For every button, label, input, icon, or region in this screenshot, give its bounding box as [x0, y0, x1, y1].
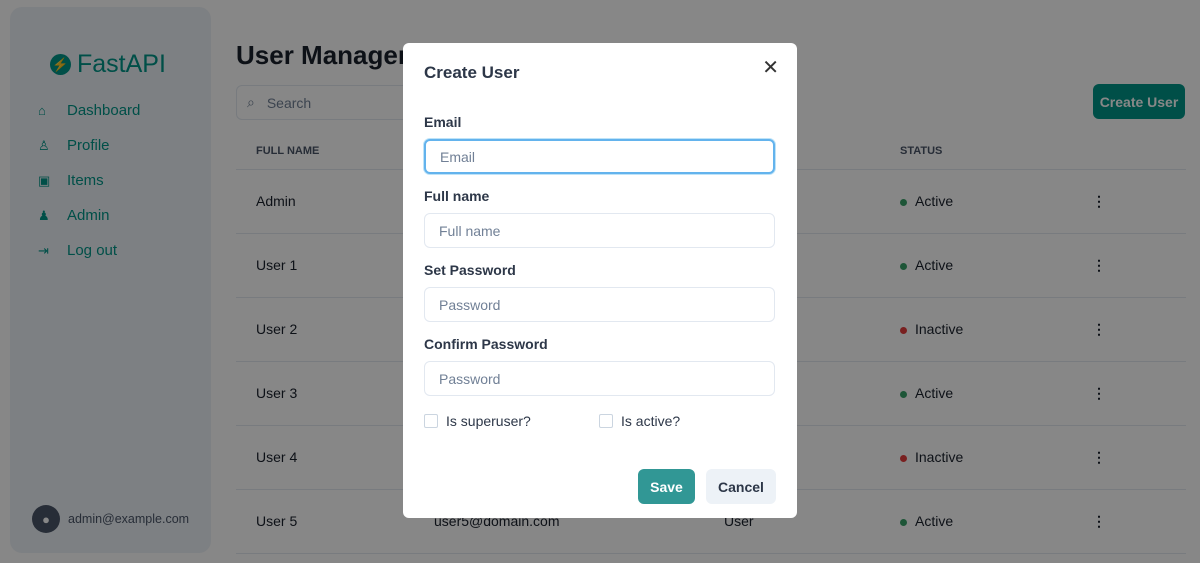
superuser-label: Is superuser? [446, 413, 531, 429]
save-button[interactable]: Save [638, 469, 695, 504]
full-name-label: Full name [424, 188, 490, 204]
checkbox-box[interactable] [599, 414, 613, 428]
modal-title: Create User [424, 63, 520, 82]
superuser-checkbox[interactable]: Is superuser? [424, 413, 599, 429]
active-checkbox[interactable]: Is active? [599, 413, 774, 429]
email-label: Email [424, 114, 462, 130]
close-icon[interactable]: ✕ [762, 55, 779, 80]
create-user-modal: Create User ✕ Email Full name Set Passwo… [403, 43, 797, 518]
cancel-button[interactable]: Cancel [706, 469, 776, 504]
email-field[interactable] [424, 139, 775, 174]
password-label: Set Password [424, 262, 516, 278]
password-field[interactable] [424, 287, 775, 322]
checkbox-box[interactable] [424, 414, 438, 428]
confirm-password-field[interactable] [424, 361, 775, 396]
active-label: Is active? [621, 413, 681, 429]
confirm-password-label: Confirm Password [424, 336, 548, 352]
full-name-field[interactable] [424, 213, 775, 248]
